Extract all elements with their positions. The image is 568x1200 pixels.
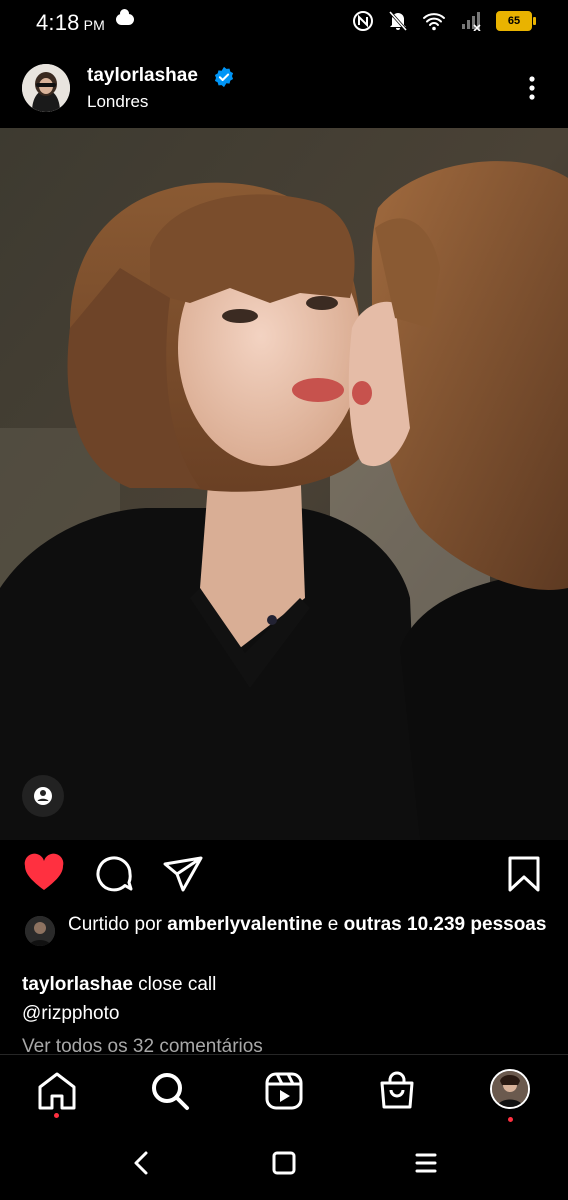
share-icon[interactable] [161, 852, 205, 896]
battery-icon: 65 [496, 11, 536, 31]
more-options-icon[interactable] [520, 74, 544, 102]
system-navigation [0, 1125, 568, 1200]
heart-icon[interactable] [22, 852, 66, 896]
caption-text: close call [132, 974, 217, 995]
profile-notification-dot [508, 1117, 513, 1122]
likes-others-count[interactable]: outras 10.239 pessoas [344, 914, 547, 935]
view-comments-link[interactable]: Ver todos os 32 comentários [22, 1036, 263, 1054]
author-username[interactable]: taylorlashae [87, 65, 198, 87]
reels-icon[interactable] [262, 1069, 306, 1113]
status-icons: 65 [352, 10, 536, 32]
wifi-icon [423, 13, 445, 31]
search-icon[interactable] [148, 1069, 192, 1113]
caption-mention[interactable]: @rizpphoto [22, 1003, 119, 1024]
liker-avatar[interactable] [25, 916, 55, 946]
shop-icon[interactable] [375, 1069, 419, 1113]
bookmark-icon[interactable] [502, 852, 546, 896]
post-location[interactable]: Londres [87, 92, 148, 112]
nfc-icon [353, 11, 373, 31]
clock: 4:18 PM [36, 10, 106, 35]
profile-avatar[interactable] [490, 1069, 530, 1109]
mute-icon [388, 11, 408, 31]
bottom-nav [0, 1055, 568, 1125]
author-avatar[interactable] [22, 64, 70, 112]
likes-prefix: Curtido por [68, 914, 168, 935]
verified-badge-icon [214, 66, 234, 88]
comment-icon[interactable] [92, 852, 136, 896]
signal-icon [462, 12, 481, 31]
home-square-icon[interactable] [270, 1149, 298, 1177]
post-photo[interactable] [0, 128, 568, 840]
status-bar: 4:18 PM 65 [0, 0, 568, 44]
likes-summary[interactable]: Curtido por amberlyvalentine e outras 10… [68, 911, 548, 938]
back-icon[interactable] [128, 1149, 156, 1177]
person-icon [34, 787, 52, 805]
liked-by-username[interactable]: amberlyvalentine [167, 914, 322, 935]
likes-joiner: e [322, 914, 344, 935]
recents-icon[interactable] [412, 1149, 440, 1177]
home-notification-dot [54, 1113, 59, 1118]
cloud-icon [116, 9, 134, 25]
home-icon[interactable] [35, 1069, 79, 1113]
caption-username[interactable]: taylorlashae [22, 974, 133, 995]
post-header: taylorlashae Londres [0, 56, 568, 128]
user-tags-button[interactable] [22, 775, 64, 817]
post-caption: taylorlashae close call @rizpphoto [22, 970, 542, 1028]
